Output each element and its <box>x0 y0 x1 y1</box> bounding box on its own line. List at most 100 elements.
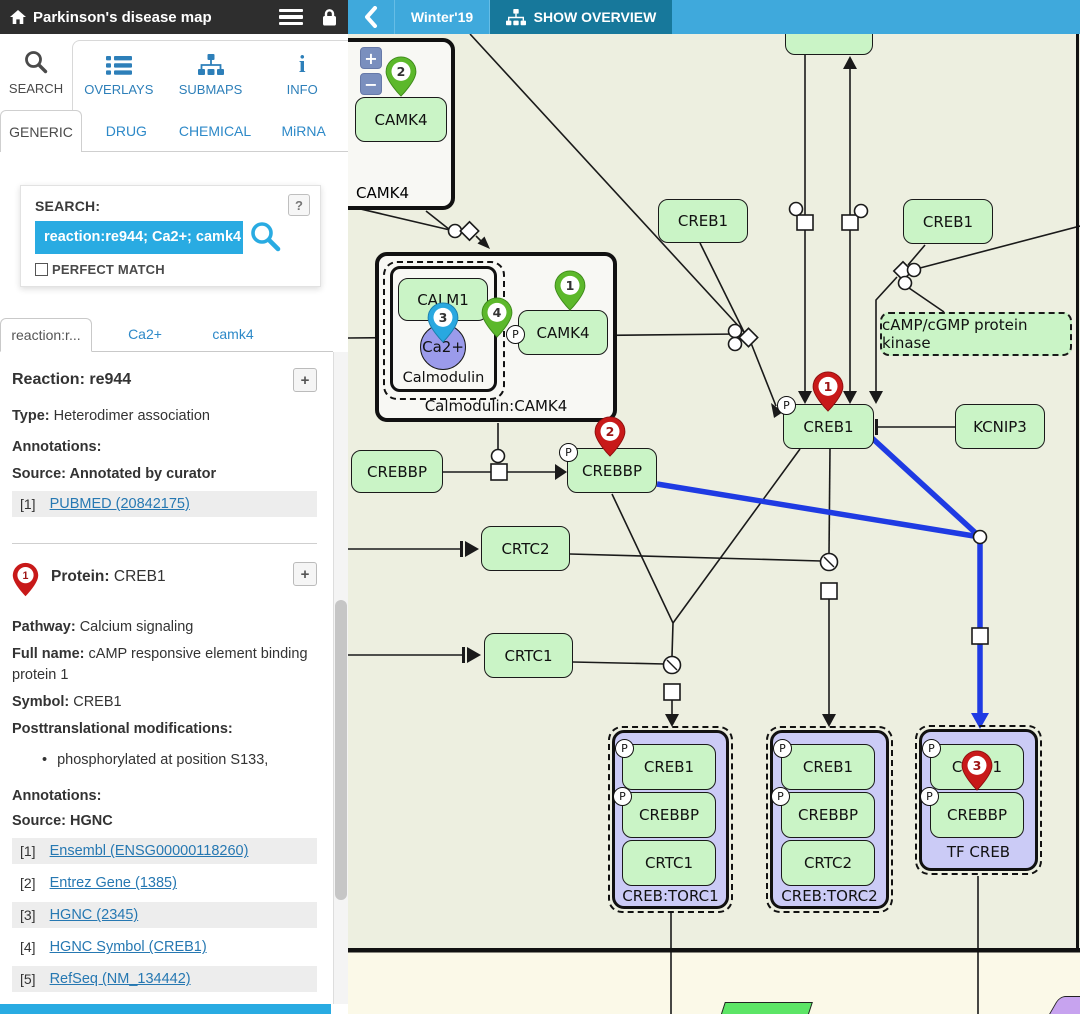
perfect-match-checkbox[interactable] <box>35 263 48 276</box>
symbol-value: CREB1 <box>73 694 121 710</box>
node-crtc1[interactable]: CRTC1 <box>484 633 573 678</box>
node-kcnip3[interactable]: KCNIP3 <box>955 404 1045 449</box>
refseq-link[interactable]: RefSeq (NM_134442) <box>50 971 191 987</box>
nav-group: OVERLAYS SUBMAPS i INFO <box>72 40 348 110</box>
app-title: Parkinson's disease map <box>33 9 279 26</box>
reaction-annotations-label: Annotations: <box>12 437 317 458</box>
node-creb1-top[interactable]: CREB1 <box>658 199 748 243</box>
menu-icon[interactable] <box>279 9 303 25</box>
show-overview-button[interactable]: SHOW OVERVIEW <box>490 0 672 34</box>
tab-generic[interactable]: GENERIC <box>0 110 82 152</box>
fullname-label: Full name: <box>12 646 85 662</box>
torc2-creb1[interactable]: CREB1 <box>781 744 875 790</box>
tfcreb-crebbp[interactable]: CREBBP <box>930 792 1024 838</box>
search-submit-icon[interactable] <box>249 220 283 254</box>
lock-icon[interactable] <box>321 8 338 26</box>
help-button[interactable]: ? <box>288 194 310 216</box>
show-overview-label: SHOW OVERVIEW <box>534 9 657 25</box>
node-creb1-topright[interactable]: CREB1 <box>903 199 993 244</box>
hgnc-symbol-link[interactable]: HGNC Symbol (CREB1) <box>50 939 207 955</box>
protein-source: Source: HGNC <box>12 811 317 832</box>
hgnc-link[interactable]: HGNC (2345) <box>50 907 139 923</box>
protein-annotations-label: Annotations: <box>12 786 317 807</box>
ref-index: [1] <box>20 843 36 859</box>
map-pin-green-4[interactable]: 4 <box>481 297 513 338</box>
node-top-clipped[interactable] <box>785 34 873 55</box>
map-canvas[interactable]: CAMK4 CAMK4 2 Calmodulin:CAMK4 Calmoduli… <box>348 34 1080 1014</box>
zoom-out-button[interactable]: − <box>360 73 382 95</box>
perfect-match-label: PERFECT MATCH <box>52 262 165 277</box>
svg-text:4: 4 <box>493 305 502 320</box>
camk4-complex-label: CAMK4 <box>356 184 409 202</box>
svg-text:1: 1 <box>566 278 575 293</box>
submaps-icon <box>198 54 224 76</box>
reaction-title: Reaction: re944 <box>12 371 293 389</box>
node-camk4-inner[interactable]: CAMK4 <box>518 310 608 355</box>
pubmed-link[interactable]: PUBMED (20842175) <box>50 496 190 512</box>
map-pin-red-1[interactable]: 1 <box>812 371 844 412</box>
tab-mirna[interactable]: MiRNA <box>259 110 348 151</box>
result-tab-ca2[interactable]: Ca2+ <box>110 317 180 351</box>
sidebar: Parkinson's disease map SEARCH <box>0 0 348 1014</box>
zoom-in-button[interactable]: + <box>360 47 382 69</box>
torc2-crtc2[interactable]: CRTC2 <box>781 840 875 886</box>
phospho-state-circle: P <box>771 787 790 806</box>
nav-search-label: SEARCH <box>9 81 63 96</box>
protein-expand-button[interactable]: + <box>293 562 317 586</box>
ensembl-link[interactable]: Ensembl (ENSG00000118260) <box>50 843 249 859</box>
nav-overlays-label: OVERLAYS <box>84 82 153 97</box>
torc1-creb1[interactable]: CREB1 <box>622 744 716 790</box>
map-pin-red-2[interactable]: 2 <box>594 416 626 457</box>
torc1-crebbp[interactable]: CREBBP <box>622 792 716 838</box>
phospho-state-circle: P <box>773 739 792 758</box>
map-pin-red-3[interactable]: 3 <box>961 750 993 791</box>
node-crtc2[interactable]: CRTC2 <box>481 526 570 571</box>
rna-node-clipped[interactable] <box>715 1002 813 1014</box>
sidebar-scrollbar[interactable] <box>333 352 348 1004</box>
phospho-state-circle: P <box>777 396 796 415</box>
torc2-crebbp[interactable]: CREBBP <box>781 792 875 838</box>
pathway-value: Calcium signaling <box>80 619 194 635</box>
ref-index: [2] <box>20 875 36 891</box>
overlays-icon <box>106 55 132 76</box>
result-tab-camk4[interactable]: camk4 <box>198 317 268 351</box>
overview-icon <box>506 9 526 26</box>
nav-item-info[interactable]: i INFO <box>256 41 348 110</box>
phospho-state-circle: P <box>613 787 632 806</box>
reaction-expand-button[interactable]: + <box>293 368 317 392</box>
map-pin-green-1[interactable]: 1 <box>554 270 586 311</box>
annotation-row: [4] HGNC Symbol (CREB1) <box>12 934 317 960</box>
ref-index: [4] <box>20 939 36 955</box>
node-crebbp-left[interactable]: CREBBP <box>351 450 443 493</box>
node-camp-cgmp-kinase[interactable]: cAMP/cGMP protein kinase <box>880 312 1072 356</box>
result-tabs: reaction:r... Ca2+ camk4 <box>0 318 333 352</box>
svg-text:3: 3 <box>973 758 982 773</box>
svg-text:1: 1 <box>23 570 29 582</box>
annotation-row: [3] HGNC (2345) <box>12 902 317 928</box>
map-pin-green-2[interactable]: 2 <box>385 56 417 97</box>
svg-text:3: 3 <box>439 310 448 325</box>
map-pin-blue-3[interactable]: 3 <box>427 302 459 343</box>
result-tab-reaction[interactable]: reaction:r... <box>0 318 92 352</box>
svg-text:2: 2 <box>397 64 406 79</box>
home-icon[interactable] <box>10 10 26 24</box>
symbol-label: Symbol: <box>12 694 69 710</box>
nav-item-submaps[interactable]: SUBMAPS <box>165 41 257 110</box>
result-content: Reaction: re944 + Type: Heterodimer asso… <box>0 352 333 992</box>
torc1-crtc1[interactable]: CRTC1 <box>622 840 716 886</box>
search-input[interactable] <box>35 221 243 254</box>
tab-chemical[interactable]: CHEMICAL <box>171 110 260 151</box>
entrez-link[interactable]: Entrez Gene (1385) <box>50 875 177 891</box>
ref-index: [5] <box>20 971 36 987</box>
chevron-left-icon <box>364 6 378 28</box>
back-button[interactable] <box>348 0 395 34</box>
tf-creb-torc2-complex[interactable]: CREB1 CREBBP CRTC2 P P TF CREB:TORC2 <box>770 730 889 909</box>
scrollbar-thumb[interactable] <box>335 600 347 900</box>
tab-drug[interactable]: DRUG <box>82 110 171 151</box>
tf-creb-torc1-complex[interactable]: CREB1 CREBBP CRTC1 P P TF CREB:TORC1 <box>612 730 729 909</box>
version-button[interactable]: Winter'19 <box>395 0 490 34</box>
map-panel: Winter'19 SHOW OVERVIEW <box>348 0 1080 1014</box>
nav-item-search[interactable]: SEARCH <box>0 34 72 110</box>
nav-item-overlays[interactable]: OVERLAYS <box>73 41 165 110</box>
node-camk4-outer[interactable]: CAMK4 <box>355 97 447 142</box>
